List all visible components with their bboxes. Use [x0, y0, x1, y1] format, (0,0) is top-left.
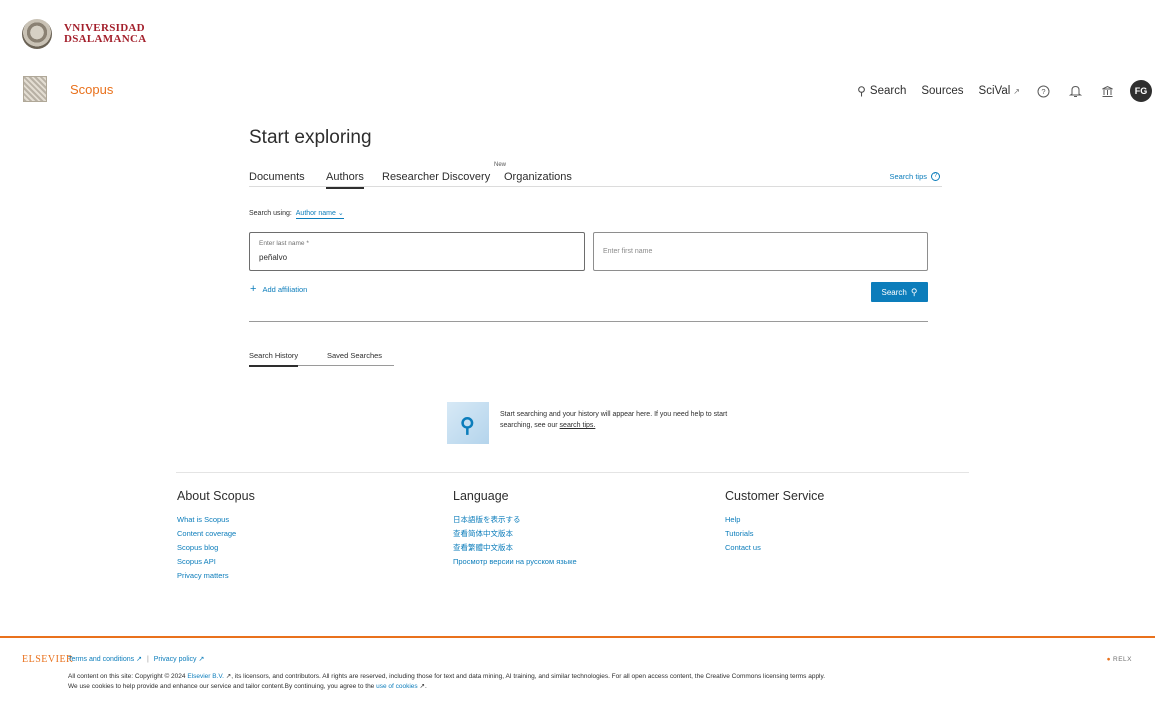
- nav-sources-label: Sources: [921, 85, 964, 97]
- scopus-logo-text[interactable]: Scopus: [70, 82, 113, 97]
- search-tips-link[interactable]: Search tips ?: [889, 172, 940, 181]
- language-link[interactable]: 查看繁體中文版本: [453, 541, 577, 555]
- relx-text: RELX: [1113, 656, 1132, 663]
- tab-organizations[interactable]: Organizations: [504, 171, 572, 183]
- footer-language-heading: Language: [453, 489, 509, 503]
- legal-text-1: All content on this site: Copyright © 20…: [68, 673, 186, 680]
- search-icon: ⚲: [857, 84, 866, 98]
- nav-scival-label: SciVal: [978, 85, 1011, 97]
- institution-name[interactable]: VNIVERSIDAD DSALAMANCA: [64, 23, 146, 45]
- nav-sources-link[interactable]: Sources: [921, 85, 963, 97]
- add-affiliation-link[interactable]: + Add affiliation: [250, 283, 307, 295]
- search-using-label: Search using:: [249, 210, 292, 217]
- external-link-icon: ↗: [136, 656, 142, 663]
- last-name-label: Enter last name *: [259, 240, 309, 247]
- add-affiliation-label: Add affiliation: [262, 284, 308, 294]
- terms-label: Terms and conditions: [68, 656, 135, 663]
- tab-saved-searches[interactable]: Saved Searches: [327, 351, 382, 360]
- help-icon[interactable]: ?: [1034, 82, 1052, 100]
- footer-about-heading: About Scopus: [177, 489, 255, 503]
- plus-icon: +: [250, 283, 257, 295]
- search-type-tabs: Documents Authors Researcher Discovery N…: [249, 162, 942, 189]
- footer-customer-service-heading: Customer Service: [725, 489, 825, 503]
- tab-authors[interactable]: Authors: [326, 171, 364, 189]
- nav-scival-link[interactable]: SciVal ↗: [979, 85, 1020, 97]
- last-name-field[interactable]: Enter last name * peñalvo: [249, 232, 585, 271]
- search-tips-inline-link[interactable]: search tips.: [560, 422, 596, 429]
- footer-divider: [176, 472, 969, 473]
- search-icon: ⚲: [910, 286, 918, 297]
- search-button[interactable]: Search ⚲: [871, 282, 928, 302]
- external-link-icon: ↗: [1013, 86, 1020, 96]
- new-badge: New: [494, 162, 507, 168]
- svg-text:?: ?: [1041, 87, 1045, 96]
- elsevier-logo[interactable]: ELSEVIER: [22, 654, 73, 665]
- search-tips-label: Search tips: [889, 172, 927, 181]
- top-navigation: Scopus ⚲ Search Sources SciVal ↗ ? FG: [0, 76, 1155, 106]
- footer-language-column: Language 日本語版を表示する 查看简体中文版本 查看繁體中文版本 Про…: [453, 489, 577, 569]
- footer-link[interactable]: Scopus blog: [177, 541, 255, 555]
- footer-orange-divider: [0, 636, 1155, 638]
- footer-link[interactable]: Tutorials: [725, 527, 824, 541]
- search-button-label: Search: [881, 287, 907, 297]
- legal-text-2: , its licensors, and contributors. All r…: [231, 673, 826, 680]
- language-link[interactable]: 查看简体中文版本: [453, 527, 577, 541]
- empty-history-message: Start searching and your history will ap…: [500, 409, 740, 431]
- search-using-value: Author name: [295, 210, 336, 217]
- relx-logo[interactable]: ● RELX: [1107, 656, 1132, 663]
- copyright-notice: All content on this site: Copyright © 20…: [68, 673, 826, 690]
- chevron-down-icon: ⌄: [337, 210, 344, 217]
- tab-researcher-discovery[interactable]: Researcher Discovery: [382, 171, 490, 183]
- footer-link[interactable]: Privacy matters: [177, 569, 255, 583]
- legal-text-3: We use cookies to help provide and enhan…: [68, 682, 375, 690]
- university-seal-logo[interactable]: [22, 19, 52, 49]
- empty-history-text: Start searching and your history will ap…: [500, 411, 728, 429]
- search-using-dropdown[interactable]: Author name ⌄: [295, 210, 344, 219]
- footer-link[interactable]: What is Scopus: [177, 513, 255, 527]
- search-using-row: Search using: Author name ⌄: [249, 209, 344, 219]
- footer-legal-links: Terms and conditions ↗ | Privacy policy …: [68, 655, 204, 663]
- page-title: Start exploring: [249, 127, 372, 148]
- help-circle-icon: ?: [931, 172, 940, 181]
- form-divider: [249, 321, 928, 322]
- user-avatar[interactable]: FG: [1130, 80, 1152, 102]
- search-icon: ⚲: [460, 415, 475, 437]
- empty-history-illustration: ⚲: [447, 402, 489, 444]
- tab-documents[interactable]: Documents: [249, 171, 305, 183]
- language-link[interactable]: Просмотр версии на русском языке: [453, 555, 577, 569]
- relx-mark-icon: ●: [1106, 656, 1112, 663]
- footer-customer-service-column: Customer Service Help Tutorials Contact …: [725, 489, 824, 555]
- last-name-value: peñalvo: [259, 253, 288, 262]
- link-separator: |: [146, 656, 149, 663]
- first-name-field[interactable]: Enter first name: [593, 232, 928, 271]
- nav-search-link[interactable]: ⚲ Search: [857, 84, 906, 98]
- language-link[interactable]: 日本語版を表示する: [453, 513, 577, 527]
- footer-link[interactable]: Help: [725, 513, 824, 527]
- footer-link[interactable]: Scopus API: [177, 555, 255, 569]
- footer-about-column: About Scopus What is Scopus Content cove…: [177, 489, 255, 583]
- first-name-placeholder: Enter first name: [603, 248, 653, 255]
- tab-search-history[interactable]: Search History: [249, 351, 299, 367]
- history-tabs: Search History Saved Searches: [249, 347, 394, 367]
- external-link-icon: ↗: [198, 656, 205, 663]
- footer-link[interactable]: Content coverage: [177, 527, 255, 541]
- institution-name-line2: DSALAMANCA: [64, 33, 147, 45]
- cookies-link[interactable]: use of cookies: [376, 683, 418, 690]
- institution-icon[interactable]: [1098, 82, 1116, 100]
- nav-search-label: Search: [869, 85, 907, 97]
- footer-link[interactable]: Contact us: [725, 541, 824, 555]
- bell-icon[interactable]: [1066, 82, 1084, 100]
- elsevier-bv-link[interactable]: Elsevier B.V.: [187, 673, 224, 680]
- terms-link[interactable]: Terms and conditions ↗: [68, 656, 142, 663]
- privacy-label: Privacy policy: [153, 656, 197, 663]
- external-link-icon: ↗: [419, 682, 425, 690]
- privacy-link[interactable]: Privacy policy ↗: [154, 656, 205, 663]
- elsevier-tree-logo[interactable]: [23, 76, 47, 102]
- top-nav-links: ⚲ Search Sources SciVal ↗ ? FG: [842, 76, 1155, 106]
- institution-header: VNIVERSIDAD DSALAMANCA: [22, 19, 146, 49]
